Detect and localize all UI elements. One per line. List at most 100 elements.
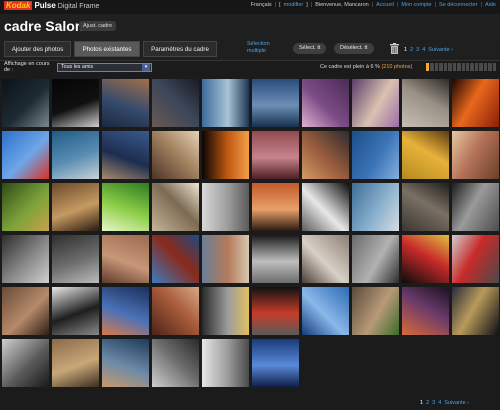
photo-thumbnail-red-lines-wall[interactable]	[152, 287, 199, 335]
next-page-link[interactable]: Suivante ›	[428, 47, 453, 53]
photo-thumbnail-paris-sunset[interactable]	[402, 287, 449, 335]
photo-thumbnail-cobblestones[interactable]	[402, 183, 449, 231]
photo-thumbnail-green-leaves[interactable]	[102, 183, 149, 231]
photo-thumbnail-night-lights[interactable]	[452, 287, 499, 335]
photo-thumbnail-blue-tiles[interactable]	[352, 131, 399, 179]
kodak-pulse-logo: Kodak Pulse Digital Frame	[4, 1, 99, 10]
logo-product: Pulse	[34, 1, 56, 10]
photo-thumbnail-light-spiral[interactable]	[202, 131, 249, 179]
photo-thumbnail-black-white-stripes[interactable]	[302, 183, 349, 231]
friends-filter-dropdown[interactable]: Tous les amis ▾	[57, 63, 152, 72]
photo-thumbnail-river-bridge-sunset[interactable]	[102, 79, 149, 127]
select-all-button[interactable]: Sélect. tt	[293, 43, 327, 54]
modify-language-link[interactable]: modifier	[284, 2, 304, 8]
photo-thumbnail-ferris-wheel[interactable]	[302, 131, 349, 179]
photo-thumbnail-venice-mask[interactable]	[352, 79, 399, 127]
photo-thumbnail-sea-bench[interactable]	[52, 131, 99, 179]
photo-thumbnail-bw-walkway[interactable]	[2, 339, 49, 387]
photo-thumbnail-red-line-dark[interactable]	[252, 287, 299, 335]
next-page-link-bottom[interactable]: Suivante ›	[444, 400, 469, 406]
capacity-segment	[443, 63, 448, 71]
filter-label: Affichage en cours de :	[4, 61, 50, 73]
photo-thumbnail-cat-face[interactable]	[352, 287, 399, 335]
home-link[interactable]: Accueil	[376, 2, 394, 8]
photo-thumbnail-red-crane[interactable]	[152, 235, 199, 283]
photo-thumbnail-diagonal-stripes[interactable]	[2, 287, 49, 335]
photo-thumbnail-hallway-light[interactable]	[152, 183, 199, 231]
adjust-frame-button[interactable]: Ajust. cadre	[79, 21, 117, 31]
photo-thumbnail-blue-reflection[interactable]	[102, 287, 149, 335]
photo-thumbnail-blue-glass-panels[interactable]	[302, 287, 349, 335]
language-label: Français	[250, 2, 272, 8]
photo-thumbnail-escalator[interactable]	[2, 235, 49, 283]
photo-thumbnail-love-locks[interactable]	[52, 339, 99, 387]
account-link[interactable]: Mon compte	[401, 2, 431, 8]
photo-thumbnail-sand-dunes[interactable]	[102, 235, 149, 283]
photo-thumbnail-sky-bw[interactable]	[202, 339, 249, 387]
photo-thumbnail-bonfire[interactable]	[452, 79, 499, 127]
photo-thumbnail-tabby-cat[interactable]	[302, 235, 349, 283]
tab-existing-photos[interactable]: Photos existantes	[74, 41, 140, 57]
photo-thumbnail-girl-red-dress[interactable]	[452, 235, 499, 283]
photo-thumbnail-old-building[interactable]	[352, 235, 399, 283]
photo-thumbnail-sunset-silhouette[interactable]	[252, 183, 299, 231]
photo-thumbnail-blue-glass-facade[interactable]	[202, 79, 249, 127]
photo-thumbnail-blue-stairs[interactable]	[252, 339, 299, 387]
photo-thumbnail-pink-rose[interactable]	[252, 131, 299, 179]
capacity-segment	[470, 63, 474, 71]
capacity-segment	[430, 63, 434, 71]
photo-thumbnail-glass-dome[interactable]	[152, 131, 199, 179]
photo-thumbnail-dolls[interactable]	[452, 131, 499, 179]
photo-thumbnail-eiffel-tower-fog[interactable]	[402, 79, 449, 127]
capacity-segment	[434, 63, 439, 71]
tab-add-photos[interactable]: Ajouter des photos	[4, 41, 71, 57]
photo-thumbnail-crowd-bw[interactable]	[52, 235, 99, 283]
photo-thumbnail-beach-bw[interactable]	[152, 339, 199, 387]
photo-thumbnail-cathedral-dusk[interactable]	[102, 131, 149, 179]
photo-thumbnail-white-lines[interactable]	[202, 183, 249, 231]
photo-thumbnail-pier-sea[interactable]	[352, 183, 399, 231]
photo-grid	[2, 79, 499, 387]
photo-thumbnail-dark-skyscraper[interactable]	[2, 79, 49, 127]
photo-thumbnail-photographer[interactable]	[102, 339, 149, 387]
logout-link[interactable]: Se déconnecter	[439, 2, 478, 8]
deselect-all-button[interactable]: Désélect. tt	[334, 43, 374, 54]
top-navigation: Français | [modifier] | Bienvenue, Manca…	[250, 2, 496, 8]
tab-frame-settings[interactable]: Paramètres du cadre	[143, 41, 217, 57]
photo-thumbnail-glass-building-evening[interactable]	[152, 79, 199, 127]
filter-bar: Affichage en cours de : Tous les amis ▾ …	[0, 60, 500, 76]
capacity-segment	[448, 63, 452, 71]
photo-thumbnail-blue-building-sky[interactable]	[252, 79, 299, 127]
photo-thumbnail-church-interior[interactable]	[52, 183, 99, 231]
capacity-segment	[439, 63, 443, 71]
title-bar: cadre Salon Ajust. cadre	[0, 14, 500, 38]
page-3-link[interactable]: 3	[416, 47, 419, 53]
capacity-segment	[465, 63, 470, 71]
photo-thumbnail-black-cat[interactable]	[402, 235, 449, 283]
page-2-link-bottom[interactable]: 2	[426, 400, 429, 406]
page-4-link[interactable]: 4	[422, 47, 425, 53]
photo-thumbnail-dark-lamp[interactable]	[52, 79, 99, 127]
photo-thumbnail-green-tunnel[interactable]	[2, 183, 49, 231]
page-3-link-bottom[interactable]: 3	[432, 400, 435, 406]
page-1-link-bottom[interactable]: 1	[420, 400, 423, 406]
photo-thumbnail-blue-sky-flag[interactable]	[2, 131, 49, 179]
photo-thumbnail-street-shadow[interactable]	[452, 183, 499, 231]
photo-thumbnail-rooftops[interactable]	[202, 235, 249, 283]
help-link[interactable]: Aide	[485, 2, 496, 8]
logo-subtitle: Digital Frame	[57, 3, 100, 10]
capacity-count: (210 photos)	[381, 64, 413, 70]
multi-select-link[interactable]: Sélection multiple	[247, 41, 281, 55]
capacity-segment	[457, 63, 461, 71]
page-1-link[interactable]: 1	[404, 47, 407, 53]
page-4-link-bottom[interactable]: 4	[438, 400, 441, 406]
page-2-link[interactable]: 2	[410, 47, 413, 53]
photo-thumbnail-bridge-bw[interactable]	[252, 235, 299, 283]
photo-thumbnail-fruit-market[interactable]	[402, 131, 449, 179]
tab-bar: Ajouter des photos Photos existantes Par…	[0, 38, 500, 61]
photo-thumbnail-diagonal-road[interactable]	[202, 287, 249, 335]
photo-thumbnail-purple-flower[interactable]	[302, 79, 349, 127]
chevron-down-icon: ▾	[142, 64, 150, 71]
photo-thumbnail-people-silhouette[interactable]	[52, 287, 99, 335]
trash-icon[interactable]	[390, 43, 399, 54]
